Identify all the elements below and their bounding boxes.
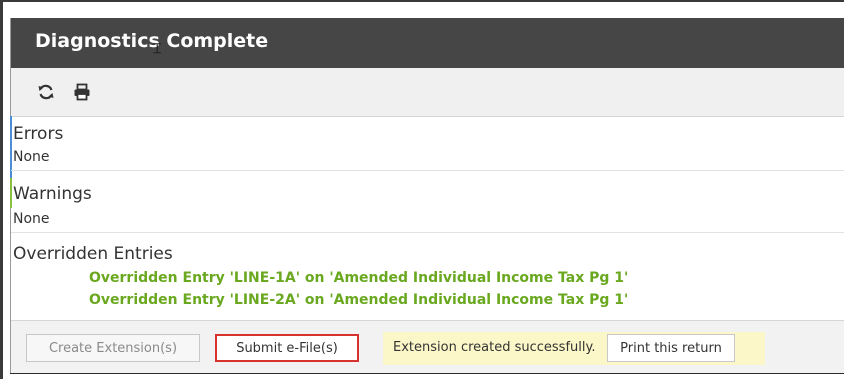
submit-efile-button[interactable]: Submit e-File(s) [215, 334, 359, 362]
errors-value: None [11, 148, 844, 171]
warnings-value: None [11, 210, 844, 233]
window-left-edge [0, 0, 3, 379]
dialog-toolbar [11, 68, 844, 117]
print-return-button[interactable]: Print this return [607, 334, 735, 362]
overridden-entry-1[interactable]: Overridden Entry 'LINE-1A' on 'Amended I… [89, 270, 628, 286]
dialog-titlebar: Diagnostics Complete ⌶ [11, 18, 844, 68]
overridden-heading: Overridden Entries [13, 244, 173, 264]
overridden-entry-2[interactable]: Overridden Entry 'LINE-2A' on 'Amended I… [89, 292, 628, 308]
status-message-box: Extension created successfully. Print th… [383, 332, 765, 365]
create-extension-button[interactable]: Create Extension(s) [26, 334, 200, 362]
status-message: Extension created successfully. [393, 340, 596, 355]
window-top-edge [0, 0, 844, 16]
errors-heading: Errors [13, 124, 64, 144]
diagnostics-dialog: Diagnostics Complete ⌶ Errors None Warni… [10, 18, 844, 374]
printer-icon[interactable] [71, 81, 93, 103]
dialog-footer: Create Extension(s) Submit e-File(s) Ext… [11, 320, 844, 374]
text-cursor-icon: ⌶ [153, 41, 162, 57]
warnings-heading: Warnings [13, 184, 92, 204]
refresh-icon[interactable] [35, 81, 57, 103]
app-frame: Diagnostics Complete ⌶ Errors None Warni… [0, 0, 844, 380]
dialog-title: Diagnostics Complete [35, 30, 269, 52]
